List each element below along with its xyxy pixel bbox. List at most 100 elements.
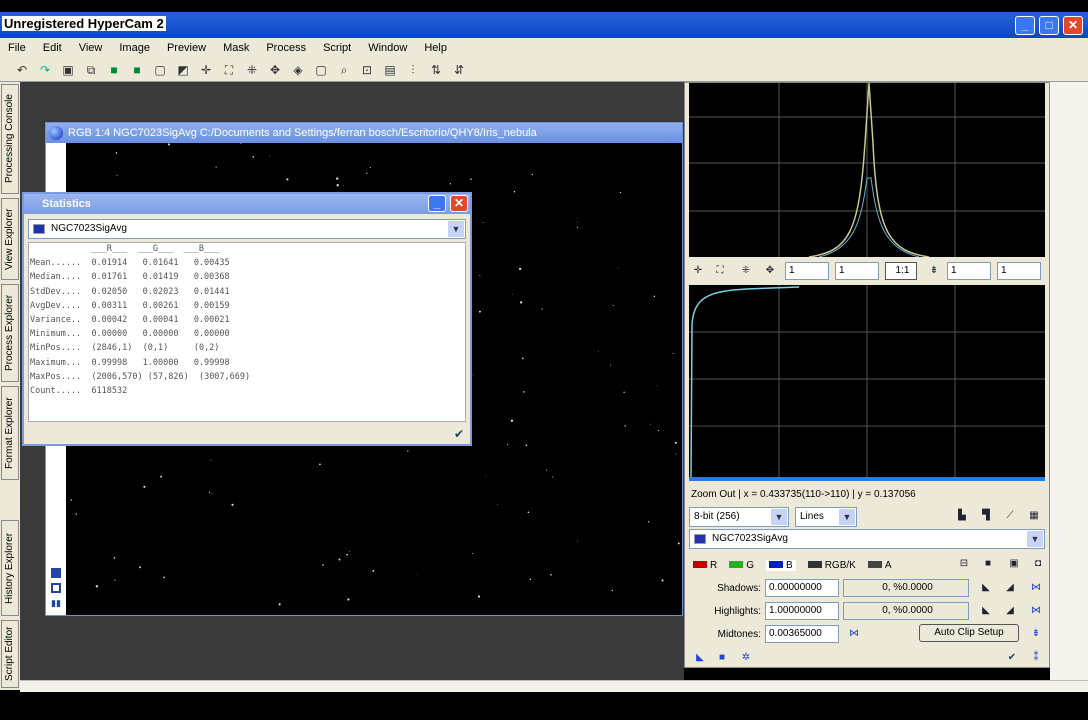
image-icon[interactable]: ▣: [60, 62, 76, 78]
undo-icon[interactable]: ↶: [14, 62, 30, 78]
star: [661, 579, 664, 582]
histogram-view-select[interactable]: NGC7023SigAvg ▼: [689, 529, 1045, 549]
expand-icon[interactable]: ⇟: [1029, 627, 1043, 641]
star: [479, 275, 481, 277]
statistics-view-select[interactable]: NGC7023SigAvg ▼: [28, 219, 466, 239]
crosshair-icon[interactable]: ✛: [691, 264, 705, 278]
center-icon[interactable]: ◈: [290, 62, 306, 78]
new-window-icon[interactable]: ▢: [313, 62, 329, 78]
zoom-y-field[interactable]: 1: [835, 262, 879, 280]
shadows-clip-icon[interactable]: ◣: [979, 581, 993, 595]
tab-processing-console[interactable]: Processing Console: [1, 84, 19, 194]
zoom-x-field[interactable]: 1: [785, 262, 829, 280]
stats-close-button[interactable]: ✕: [450, 195, 468, 212]
tab-format-explorer[interactable]: Format Explorer: [1, 386, 19, 480]
midtones-field[interactable]: 0.00365000: [765, 625, 839, 643]
graph-icon[interactable]: ⟋: [1003, 509, 1017, 523]
menu-help[interactable]: Help: [424, 42, 447, 54]
statistics-cell: 0.01641: [142, 258, 179, 269]
auto-clip-setup-button[interactable]: Auto Clip Setup: [919, 624, 1019, 642]
log-icon[interactable]: ▙: [955, 509, 969, 523]
tab-process-explorer[interactable]: Process Explorer: [1, 284, 19, 382]
reset-all-icon[interactable]: ⁑: [1029, 651, 1043, 665]
tab-script-editor[interactable]: Script Editor: [1, 620, 19, 688]
preview-icon[interactable]: ■: [106, 62, 122, 78]
apply-check-icon[interactable]: ✔: [1005, 651, 1019, 665]
zoom-out-icon[interactable]: ⁜: [739, 264, 753, 278]
real-time-preview-icon[interactable]: ✲: [739, 651, 753, 665]
menu-mask[interactable]: Mask: [223, 42, 249, 54]
channel-b[interactable]: B: [766, 559, 796, 571]
resolution-select[interactable]: 8-bit (256) ▼: [689, 507, 789, 527]
stats-minimize-button[interactable]: _: [428, 195, 446, 212]
pan-icon[interactable]: ✥: [267, 62, 283, 78]
expand-icon[interactable]: ⇟: [927, 264, 941, 278]
zoom-x2-field[interactable]: 1: [947, 262, 991, 280]
black-icon[interactable]: ■: [981, 557, 995, 571]
magnify-icon[interactable]: ⌕: [336, 62, 352, 78]
zoom-in-icon[interactable]: ⛶: [221, 62, 237, 78]
shadows-reset-icon[interactable]: ⋈: [1029, 581, 1043, 595]
menu-edit[interactable]: Edit: [43, 42, 62, 54]
shadows-auto-icon[interactable]: ◢: [1003, 581, 1017, 595]
channel-a[interactable]: A: [867, 560, 891, 571]
mask-toggle-icon[interactable]: [51, 568, 61, 578]
horizontal-scrollbar[interactable]: [20, 680, 1088, 692]
statistics-cell: 1.00000: [142, 357, 179, 368]
zoom-in-icon[interactable]: ⛶: [713, 264, 727, 278]
apply-check-icon[interactable]: ✔: [454, 427, 464, 441]
histogram-full-plot[interactable]: [689, 285, 1045, 481]
menu-window[interactable]: Window: [368, 42, 407, 54]
histogram-zoom-plot[interactable]: [689, 83, 1045, 257]
statistics-cell: 0.01419: [142, 272, 179, 283]
close-button[interactable]: ✕: [1063, 16, 1083, 35]
statistics-title[interactable]: Statistics: [24, 194, 470, 214]
channel-g[interactable]: G: [729, 560, 754, 571]
menu-preview[interactable]: Preview: [167, 42, 206, 54]
preview2-icon[interactable]: ■: [129, 62, 145, 78]
link-channels-icon[interactable]: ⊟: [957, 557, 971, 571]
pan-icon[interactable]: ✥: [763, 264, 777, 278]
menu-image[interactable]: Image: [119, 42, 150, 54]
image-window-title[interactable]: RGB 1:4 NGC7023SigAvg C:/Documents and S…: [46, 123, 682, 143]
preview-icon[interactable]: ▣: [1007, 557, 1021, 571]
frame-icon[interactable]: [51, 583, 61, 593]
fit-icon[interactable]: ⊡: [359, 62, 375, 78]
sort2-icon[interactable]: ⇵: [451, 62, 467, 78]
vertical-scrollbar[interactable]: [1050, 82, 1088, 680]
tab-view-explorer[interactable]: View Explorer: [1, 198, 19, 280]
midtones-reset-icon[interactable]: ⋈: [847, 627, 861, 641]
mode-select[interactable]: Lines ▼: [795, 507, 857, 527]
maximize-button[interactable]: □: [1039, 16, 1059, 35]
pause-icon[interactable]: ▮▮: [51, 598, 61, 608]
menu-script[interactable]: Script: [323, 42, 351, 54]
zoom-1-1-button[interactable]: 1:1: [885, 262, 917, 280]
highlights-auto-icon[interactable]: ◢: [1003, 604, 1017, 618]
menu-view[interactable]: View: [79, 42, 103, 54]
align-icon[interactable]: ⫶: [405, 62, 421, 78]
highlights-clip-icon[interactable]: ◣: [979, 604, 993, 618]
channel-r[interactable]: R: [693, 560, 717, 571]
cumulative-icon[interactable]: ▜: [979, 509, 993, 523]
stf-icon[interactable]: ▤: [382, 62, 398, 78]
reset-icon[interactable]: ◘: [1031, 557, 1045, 571]
zoom-out-icon[interactable]: ⁜: [244, 62, 260, 78]
shadows-field[interactable]: 0.00000000: [765, 579, 839, 597]
highlights-reset-icon[interactable]: ⋈: [1029, 604, 1043, 618]
tab-history-explorer[interactable]: History Explorer: [1, 520, 19, 616]
duplicate-icon[interactable]: ⧉: [83, 62, 99, 78]
zoom-y2-field[interactable]: 1: [997, 262, 1041, 280]
highlights-field[interactable]: 1.00000000: [765, 602, 839, 620]
sort-icon[interactable]: ⇅: [428, 62, 444, 78]
menu-file[interactable]: File: [8, 42, 26, 54]
channel-rgbk[interactable]: RGB/K: [807, 560, 856, 571]
apply-global-icon[interactable]: ■: [715, 651, 729, 665]
minimize-button[interactable]: _: [1015, 16, 1035, 35]
crosshair-icon[interactable]: ✛: [198, 62, 214, 78]
menu-process[interactable]: Process: [266, 42, 306, 54]
new-icon[interactable]: ▢: [152, 62, 168, 78]
mask-icon[interactable]: ◩: [175, 62, 191, 78]
grid-icon[interactable]: ▦: [1027, 509, 1041, 523]
redo-icon[interactable]: ↷: [37, 62, 53, 78]
new-instance-icon[interactable]: ◣: [693, 651, 707, 665]
